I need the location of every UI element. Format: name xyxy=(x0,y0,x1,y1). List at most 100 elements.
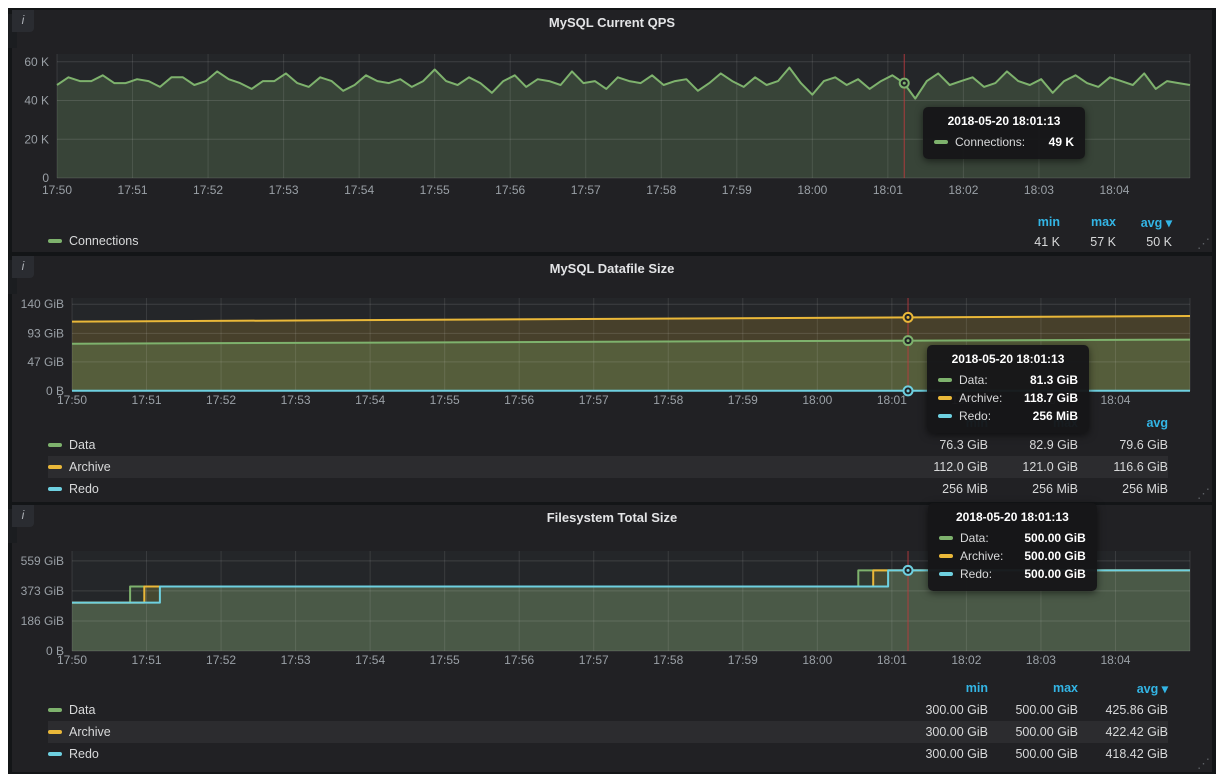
svg-text:17:59: 17:59 xyxy=(728,393,758,407)
svg-text:18:01: 18:01 xyxy=(873,183,903,197)
resize-handle-icon[interactable]: ⋰ xyxy=(1197,236,1210,252)
svg-text:17:56: 17:56 xyxy=(504,393,534,407)
tooltip-series-value: 49 K xyxy=(1035,135,1074,149)
tooltip-timestamp: 2018-05-20 18:01:13 xyxy=(939,510,1086,524)
legend-series-data[interactable]: Data xyxy=(48,703,898,717)
legend-series-archive[interactable]: Archive xyxy=(48,725,898,739)
tooltip-series-value: 81.3 GiB xyxy=(1016,373,1078,387)
svg-text:18:04: 18:04 xyxy=(1100,393,1130,407)
series-color-dash xyxy=(938,414,952,418)
grafana-dashboard: ⋮ ⋮ ⋮ i MySQL Current QPS 60 K40 K20 K01… xyxy=(8,8,1216,774)
chart-tooltip: 2018-05-20 18:01:13 Data: 81.3 GiB Archi… xyxy=(927,345,1089,433)
series-color-dash xyxy=(48,730,62,734)
svg-text:17:51: 17:51 xyxy=(132,653,162,667)
svg-text:18:02: 18:02 xyxy=(951,653,981,667)
legend-series-redo[interactable]: Redo xyxy=(48,747,898,761)
svg-text:17:55: 17:55 xyxy=(430,653,460,667)
legend-header-max[interactable]: max xyxy=(1060,215,1116,229)
series-color-dash xyxy=(938,378,952,382)
series-color-dash xyxy=(939,536,953,540)
tooltip-series-value: 118.7 GiB xyxy=(1010,391,1078,405)
panel-title[interactable]: MySQL Datafile Size xyxy=(12,256,1212,282)
svg-text:18:04: 18:04 xyxy=(1100,653,1130,667)
tooltip-series-label: Connections: xyxy=(955,135,1025,149)
svg-text:17:58: 17:58 xyxy=(653,393,683,407)
legend-header-avg[interactable]: avg ▾ xyxy=(1116,215,1172,230)
svg-text:17:57: 17:57 xyxy=(579,653,609,667)
legend-series-redo[interactable]: Redo xyxy=(48,482,898,496)
legend-avg-value: 79.6 GiB xyxy=(1078,438,1168,452)
svg-text:17:54: 17:54 xyxy=(355,393,385,407)
svg-text:17:56: 17:56 xyxy=(495,183,525,197)
svg-text:18:04: 18:04 xyxy=(1099,183,1129,197)
legend-header-avg[interactable]: avg ▾ xyxy=(1078,681,1168,696)
legend-series-connections[interactable]: Connections xyxy=(48,234,139,248)
panel-info-corner[interactable]: i xyxy=(12,505,34,527)
legend-max-value: 57 K xyxy=(1060,235,1116,249)
svg-text:373 GiB: 373 GiB xyxy=(21,584,64,598)
svg-text:17:58: 17:58 xyxy=(646,183,676,197)
svg-text:18:03: 18:03 xyxy=(1024,183,1054,197)
resize-handle-icon[interactable]: ⋰ xyxy=(1197,486,1210,502)
legend-min-value: 76.3 GiB xyxy=(898,438,988,452)
chart-tooltip: 2018-05-20 18:01:13 Data: 500.00 GiB Arc… xyxy=(928,503,1097,591)
legend-max-value: 121.0 GiB xyxy=(988,460,1078,474)
svg-text:17:52: 17:52 xyxy=(206,653,236,667)
svg-text:559 GiB: 559 GiB xyxy=(21,554,64,568)
series-color-dash xyxy=(48,487,62,491)
svg-text:17:53: 17:53 xyxy=(281,653,311,667)
tooltip-series-label: Data: xyxy=(959,373,988,387)
legend-series-archive[interactable]: Archive xyxy=(48,460,898,474)
legend-avg-value: 425.86 GiB xyxy=(1078,703,1168,717)
series-color-dash xyxy=(939,572,953,576)
tooltip-series-label: Archive: xyxy=(960,549,1003,563)
svg-text:17:50: 17:50 xyxy=(57,393,87,407)
svg-text:47 GiB: 47 GiB xyxy=(27,355,64,369)
series-color-dash xyxy=(934,140,948,144)
svg-text:17:50: 17:50 xyxy=(42,183,72,197)
legend-max-value: 256 MiB xyxy=(988,482,1078,496)
legend: min max avg ▾ Data 300.00 GiB 500.00 GiB… xyxy=(48,677,1168,765)
series-color-dash xyxy=(48,752,62,756)
legend-max-value: 500.00 GiB xyxy=(988,703,1078,717)
svg-text:17:59: 17:59 xyxy=(722,183,752,197)
svg-text:18:02: 18:02 xyxy=(948,183,978,197)
svg-text:186 GiB: 186 GiB xyxy=(21,614,64,628)
tooltip-series-value: 500.00 GiB xyxy=(1010,567,1085,581)
svg-text:17:56: 17:56 xyxy=(504,653,534,667)
info-icon: i xyxy=(22,259,25,273)
svg-text:17:51: 17:51 xyxy=(132,393,162,407)
panel-info-corner[interactable]: i xyxy=(12,256,34,278)
legend-avg-value: 116.6 GiB xyxy=(1078,460,1168,474)
svg-text:17:52: 17:52 xyxy=(206,393,236,407)
series-color-dash xyxy=(938,396,952,400)
legend-series-data[interactable]: Data xyxy=(48,438,898,452)
legend-max-value: 500.00 GiB xyxy=(988,725,1078,739)
svg-text:40 K: 40 K xyxy=(24,94,49,108)
panel-title[interactable]: MySQL Current QPS xyxy=(12,10,1212,36)
legend-header-max[interactable]: max xyxy=(988,681,1078,695)
legend-min-value: 256 MiB xyxy=(898,482,988,496)
svg-text:140 GiB: 140 GiB xyxy=(21,297,64,311)
svg-text:17:55: 17:55 xyxy=(420,183,450,197)
legend-header-min[interactable]: min xyxy=(898,681,988,695)
legend-avg-value: 418.42 GiB xyxy=(1078,747,1168,761)
legend-min-value: 41 K xyxy=(1004,235,1060,249)
legend-header-min[interactable]: min xyxy=(1004,215,1060,229)
svg-text:17:54: 17:54 xyxy=(344,183,374,197)
panel-info-corner[interactable]: i xyxy=(12,10,34,32)
tooltip-series-label: Redo: xyxy=(960,567,992,581)
svg-text:17:50: 17:50 xyxy=(57,653,87,667)
tooltip-series-value: 500.00 GiB xyxy=(1010,549,1085,563)
legend-avg-value: 50 K xyxy=(1116,235,1172,249)
svg-text:17:53: 17:53 xyxy=(281,393,311,407)
resize-handle-icon[interactable]: ⋰ xyxy=(1197,756,1210,772)
tooltip-timestamp: 2018-05-20 18:01:13 xyxy=(938,352,1078,366)
svg-text:93 GiB: 93 GiB xyxy=(27,326,64,340)
tooltip-series-label: Archive: xyxy=(959,391,1002,405)
svg-text:18:01: 18:01 xyxy=(877,393,907,407)
svg-text:17:54: 17:54 xyxy=(355,653,385,667)
legend-header-avg[interactable]: avg xyxy=(1078,416,1168,430)
svg-text:18:00: 18:00 xyxy=(802,653,832,667)
series-color-dash xyxy=(48,465,62,469)
